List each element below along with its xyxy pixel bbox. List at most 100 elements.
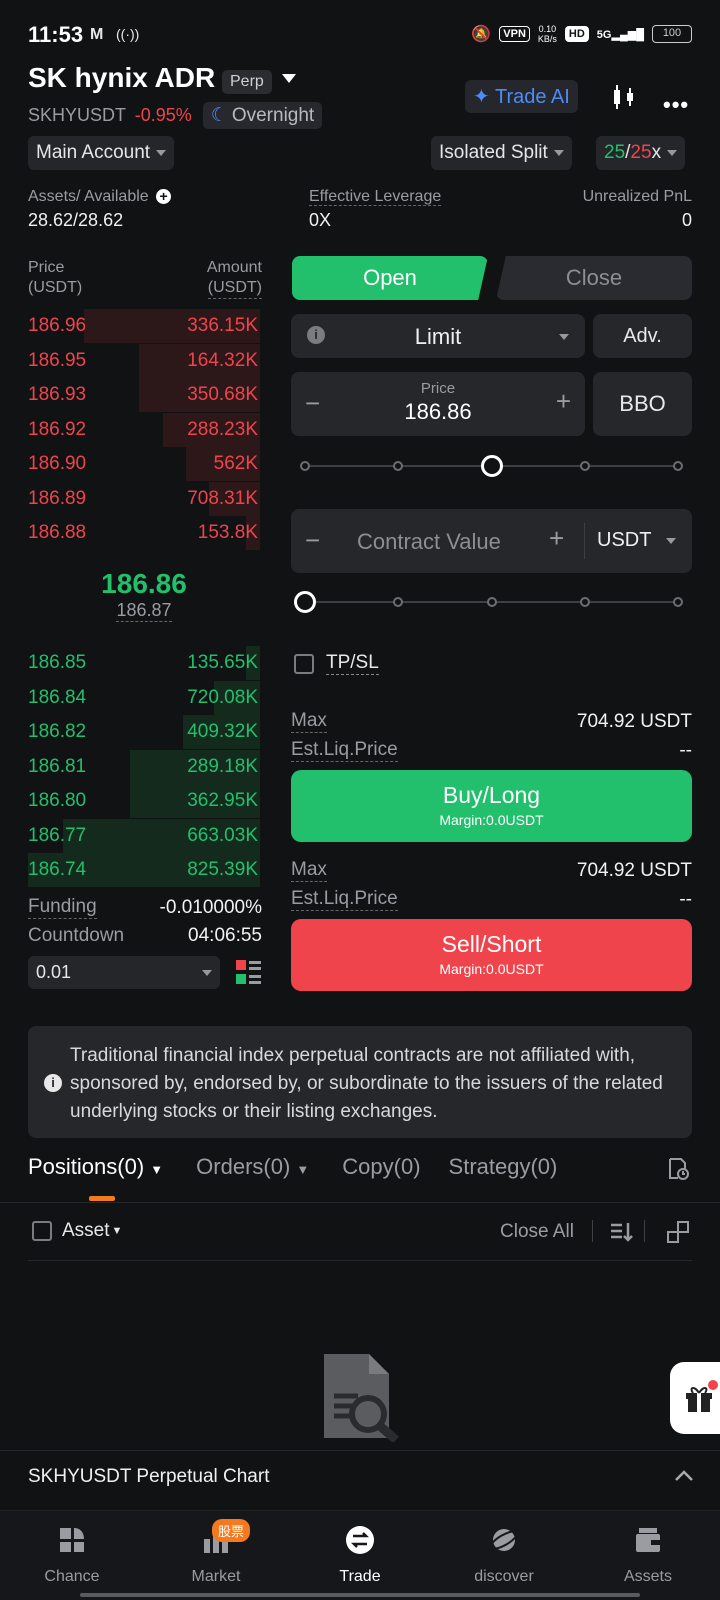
- advanced-button[interactable]: Adv.: [593, 314, 692, 358]
- chart-bar[interactable]: SKHYUSDT Perpetual Chart: [28, 1466, 269, 1488]
- order-amount: 362.95K: [187, 790, 258, 811]
- order-type-select[interactable]: i Limit: [291, 314, 585, 358]
- status-bar: 11:53 M ((·)) 🔕 VPN 0.10 KB/s HD 5G▂▄▆█ 1…: [28, 22, 692, 52]
- tab-strategy[interactable]: Strategy(0): [449, 1154, 558, 1180]
- ask-row[interactable]: 186.96 336.15K: [28, 309, 260, 343]
- buy-long-button[interactable]: Buy/Long Margin:0.0USDT: [291, 770, 692, 842]
- minus-icon[interactable]: −: [305, 525, 320, 556]
- order-amount: 336.15K: [187, 315, 258, 336]
- bbo-button[interactable]: BBO: [593, 372, 692, 436]
- margin-mode-select[interactable]: Isolated Split: [431, 136, 572, 170]
- tpsl-toggle[interactable]: TP/SL: [294, 652, 379, 675]
- mid-price: 186.86 186.87: [28, 568, 260, 622]
- chevron-up-icon[interactable]: [674, 1470, 694, 1482]
- last-price: 186.86: [101, 568, 187, 599]
- chance-icon: [60, 1528, 84, 1552]
- bottom-nav: Chance Market 股票 Trade discover Assets: [0, 1510, 720, 1600]
- sort-icon[interactable]: [609, 1220, 633, 1244]
- trade-ai-button[interactable]: ✦ Trade AI: [465, 80, 578, 113]
- unit-select[interactable]: USDT: [597, 529, 651, 552]
- plus-icon[interactable]: +: [556, 386, 571, 417]
- tab-orders[interactable]: Orders(0) ▼: [196, 1154, 309, 1180]
- notification-dot: [708, 1380, 718, 1390]
- layout-toggle-icon[interactable]: [666, 1220, 690, 1244]
- vpn-icon: VPN: [499, 26, 530, 42]
- order-price: 186.77: [28, 824, 87, 846]
- chevron-down-icon: [553, 150, 564, 156]
- hd-icon: HD: [564, 26, 589, 42]
- tab-open[interactable]: Open: [292, 256, 488, 300]
- order-amount: 720.08K: [187, 686, 258, 708]
- tab-close[interactable]: Close: [496, 256, 692, 300]
- funding-info: Funding -0.010000% Countdown 04:06:55: [28, 896, 262, 946]
- order-amount: 288.23K: [187, 418, 258, 440]
- order-amount: 409.32K: [187, 721, 258, 742]
- chevron-down-icon: [667, 150, 678, 156]
- amount-column-header[interactable]: Amount (USDT): [180, 258, 262, 299]
- close-all-button[interactable]: Close All: [500, 1221, 574, 1243]
- checkbox[interactable]: [294, 653, 314, 674]
- nav-market[interactable]: Market 股票: [166, 1519, 266, 1586]
- symbol-line: SKHYUSDT -0.95% ☾ Overnight: [28, 102, 323, 129]
- asset-filter[interactable]: Asset ▼: [32, 1220, 122, 1242]
- more-icon[interactable]: •••: [663, 92, 689, 118]
- symbol-dropdown-icon[interactable]: [282, 74, 296, 83]
- ask-row[interactable]: 186.88 153.8K: [28, 516, 260, 550]
- net-speed: 0.10 KB/s: [537, 24, 557, 44]
- order-price: 186.93: [28, 384, 87, 405]
- hotspot-icon: ((·)): [116, 26, 140, 42]
- precision-select[interactable]: 0.01: [28, 956, 220, 989]
- bid-row[interactable]: 186.81 289.18K: [28, 749, 260, 784]
- assets-value: 28.62/28.62: [28, 210, 124, 230]
- bid-row[interactable]: 186.80 362.95K: [28, 784, 260, 818]
- page-title[interactable]: SK hynix ADR: [28, 62, 215, 94]
- ask-row[interactable]: 186.89 708.31K: [28, 481, 260, 516]
- plus-icon[interactable]: +: [549, 523, 564, 554]
- sell-info: Max 704.92 USDT Est.Liq.Price --: [291, 859, 692, 911]
- nav-assets[interactable]: Assets: [598, 1525, 698, 1586]
- nav-discover[interactable]: discover: [454, 1525, 554, 1586]
- price-value: 186.86: [404, 399, 472, 424]
- contract-value-input[interactable]: − Contract Value + USDT: [291, 509, 692, 573]
- candlestick-chart-icon[interactable]: [610, 84, 638, 110]
- orderbook-layout-icon[interactable]: [236, 960, 262, 986]
- nav-trade[interactable]: Trade: [310, 1525, 410, 1586]
- order-amount: 153.8K: [197, 522, 258, 543]
- trade-icon: [346, 1526, 374, 1554]
- checkbox[interactable]: [32, 1221, 52, 1241]
- symbol: SKHYUSDT: [28, 105, 126, 125]
- sell-short-button[interactable]: Sell/Short Margin:0.0USDT: [291, 919, 692, 991]
- clock: 11:53: [28, 22, 84, 47]
- bid-row[interactable]: 186.84 720.08K: [28, 680, 260, 715]
- chevron-down-icon: [666, 538, 676, 544]
- bid-row[interactable]: 186.85 135.65K: [28, 646, 260, 680]
- perp-tag: Perp: [222, 70, 272, 94]
- nav-chance[interactable]: Chance: [22, 1525, 122, 1586]
- order-price: 186.80: [28, 790, 87, 811]
- bid-row[interactable]: 186.77 663.03K: [28, 818, 260, 853]
- add-funds-icon[interactable]: +: [156, 189, 172, 204]
- unrealized-pnl: Unrealized PnL 0: [582, 188, 692, 230]
- price-input[interactable]: − Price 186.86 +: [291, 372, 585, 436]
- order-amount: 708.31K: [187, 487, 258, 509]
- overnight-badge[interactable]: ☾ Overnight: [202, 102, 323, 129]
- tab-positions[interactable]: Positions(0) ▼: [28, 1154, 163, 1180]
- gift-button[interactable]: [670, 1362, 720, 1434]
- discover-planet-icon: [489, 1529, 519, 1551]
- active-tab-indicator: [89, 1196, 115, 1201]
- mark-price: 186.87: [116, 600, 172, 622]
- ask-row[interactable]: 186.90 562K: [28, 447, 260, 481]
- mail-icon: M: [90, 26, 104, 43]
- main-account-select[interactable]: Main Account: [28, 136, 175, 170]
- chevron-down-icon: [202, 969, 212, 976]
- ask-row[interactable]: 186.93 350.68K: [28, 378, 260, 412]
- ask-row[interactable]: 186.92 288.23K: [28, 412, 260, 447]
- bid-row[interactable]: 186.74 825.39K: [28, 853, 260, 887]
- ask-row[interactable]: 186.95 164.32K: [28, 343, 260, 378]
- bid-row[interactable]: 186.82 409.32K: [28, 715, 260, 749]
- chevron-down-icon: [559, 334, 569, 340]
- history-icon[interactable]: [666, 1157, 690, 1181]
- assets-info: Assets/ Available + 28.62/28.62: [28, 188, 172, 231]
- leverage-select[interactable]: 25/25x: [596, 136, 686, 170]
- tab-copy[interactable]: Copy(0): [342, 1154, 420, 1180]
